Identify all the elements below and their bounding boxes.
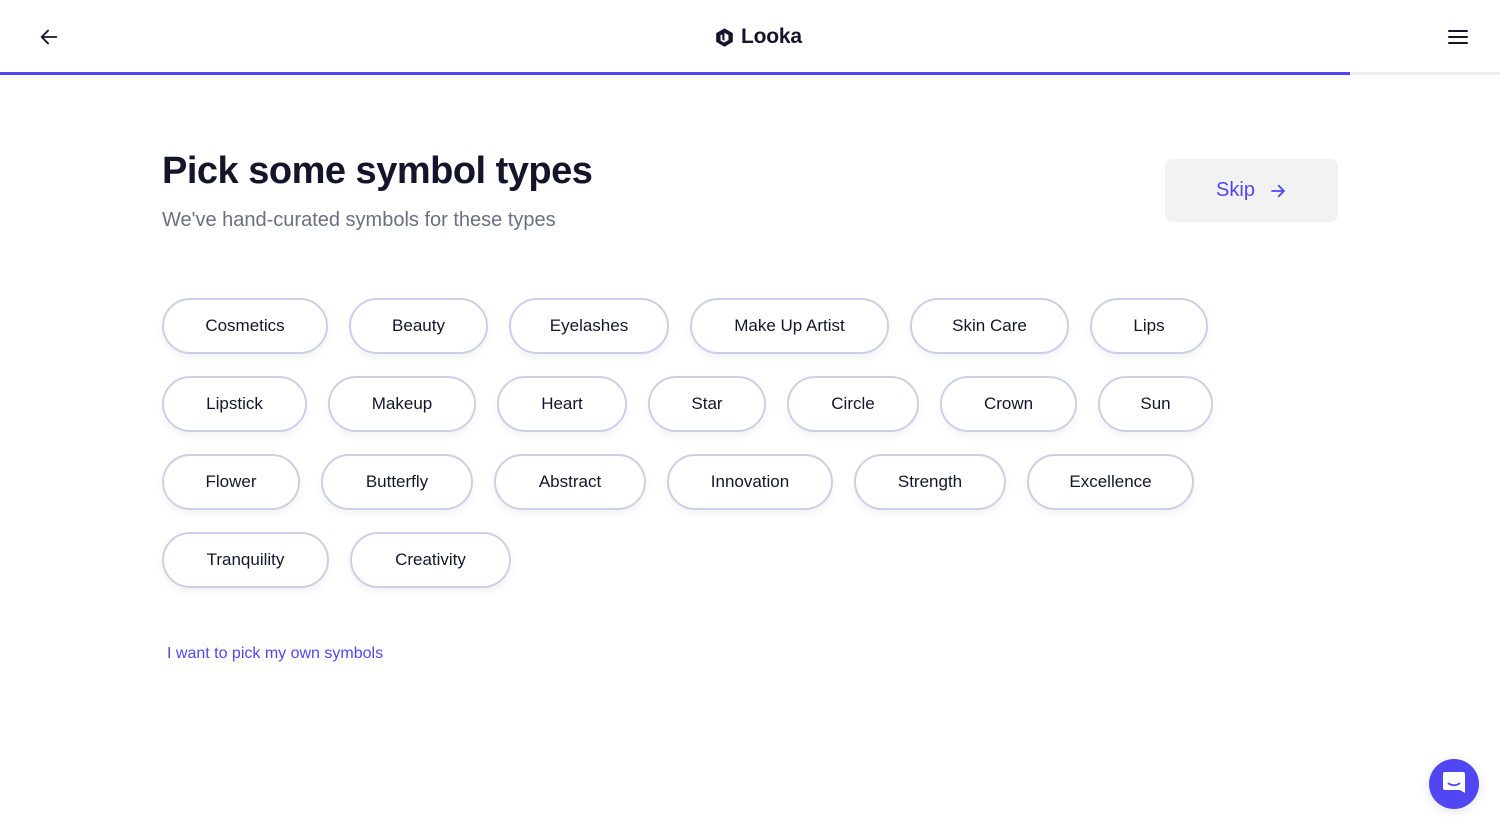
looka-hexagon-icon <box>716 27 733 47</box>
symbol-type-chips: Cosmetics Beauty Eyelashes Make Up Artist Sk… <box>162 298 1242 610</box>
looka-logo[interactable]: Looka <box>714 24 802 50</box>
symbol-type-chip-heart[interactable]: Heart <box>497 376 627 432</box>
symbol-type-chip-cosmetics[interactable]: Cosmetics <box>162 298 328 354</box>
skip-button[interactable]: Skip <box>1165 159 1338 222</box>
chip-row: Cosmetics Beauty Eyelashes Make Up Artist Sk… <box>162 298 1242 354</box>
symbol-type-chip-skin-care[interactable]: Skin Care <box>910 298 1069 354</box>
chip-row: Flower Butterfly Abstract Innovation Strengt… <box>162 454 1242 510</box>
symbol-type-chip-tranquility[interactable]: Tranquility <box>162 532 329 588</box>
symbol-type-chip-beauty[interactable]: Beauty <box>349 298 488 354</box>
symbol-type-chip-strength[interactable]: Strength <box>854 454 1006 510</box>
page-title: Pick some symbol types <box>162 150 593 192</box>
arrow-right-icon <box>1271 184 1285 197</box>
hamburger-menu-icon <box>1448 30 1468 44</box>
symbol-type-chip-flower[interactable]: Flower <box>162 454 300 510</box>
menu-button[interactable] <box>1446 25 1470 49</box>
symbol-type-chip-circle[interactable]: Circle <box>787 376 919 432</box>
page-subtitle: We've hand-curated symbols for these typ… <box>162 209 556 231</box>
chat-bubble-icon <box>1443 772 1465 793</box>
symbol-type-chip-butterfly[interactable]: Butterfly <box>321 454 473 510</box>
symbol-type-chip-star[interactable]: Star <box>648 376 766 432</box>
chip-row: Tranquility Creativity <box>162 532 1242 588</box>
symbol-type-chip-lipstick[interactable]: Lipstick <box>162 376 307 432</box>
symbol-type-chip-eyelashes[interactable]: Eyelashes <box>509 298 669 354</box>
progress-bar <box>0 72 1500 75</box>
chip-row: Lipstick Makeup Heart Star Circle Crown Sun <box>162 376 1242 432</box>
symbol-type-chip-innovation[interactable]: Innovation <box>667 454 833 510</box>
back-button[interactable] <box>36 24 62 50</box>
pick-own-symbols-link[interactable]: I want to pick my own symbols <box>167 645 383 663</box>
progress-bar-fill <box>0 72 1350 75</box>
symbol-type-chip-crown[interactable]: Crown <box>940 376 1077 432</box>
logo-text: Looka <box>741 25 802 48</box>
symbol-type-chip-makeup[interactable]: Makeup <box>328 376 476 432</box>
top-bar: Looka <box>0 0 1500 75</box>
chat-widget-button[interactable] <box>1429 759 1479 809</box>
arrow-left-icon <box>40 29 58 45</box>
symbol-type-chip-sun[interactable]: Sun <box>1098 376 1213 432</box>
symbol-type-chip-make-up-artist[interactable]: Make Up Artist <box>690 298 889 354</box>
skip-button-label: Skip <box>1216 179 1255 201</box>
symbol-type-chip-lips[interactable]: Lips <box>1090 298 1208 354</box>
symbol-type-chip-abstract[interactable]: Abstract <box>494 454 646 510</box>
symbol-type-chip-creativity[interactable]: Creativity <box>350 532 511 588</box>
symbol-type-chip-excellence[interactable]: Excellence <box>1027 454 1194 510</box>
